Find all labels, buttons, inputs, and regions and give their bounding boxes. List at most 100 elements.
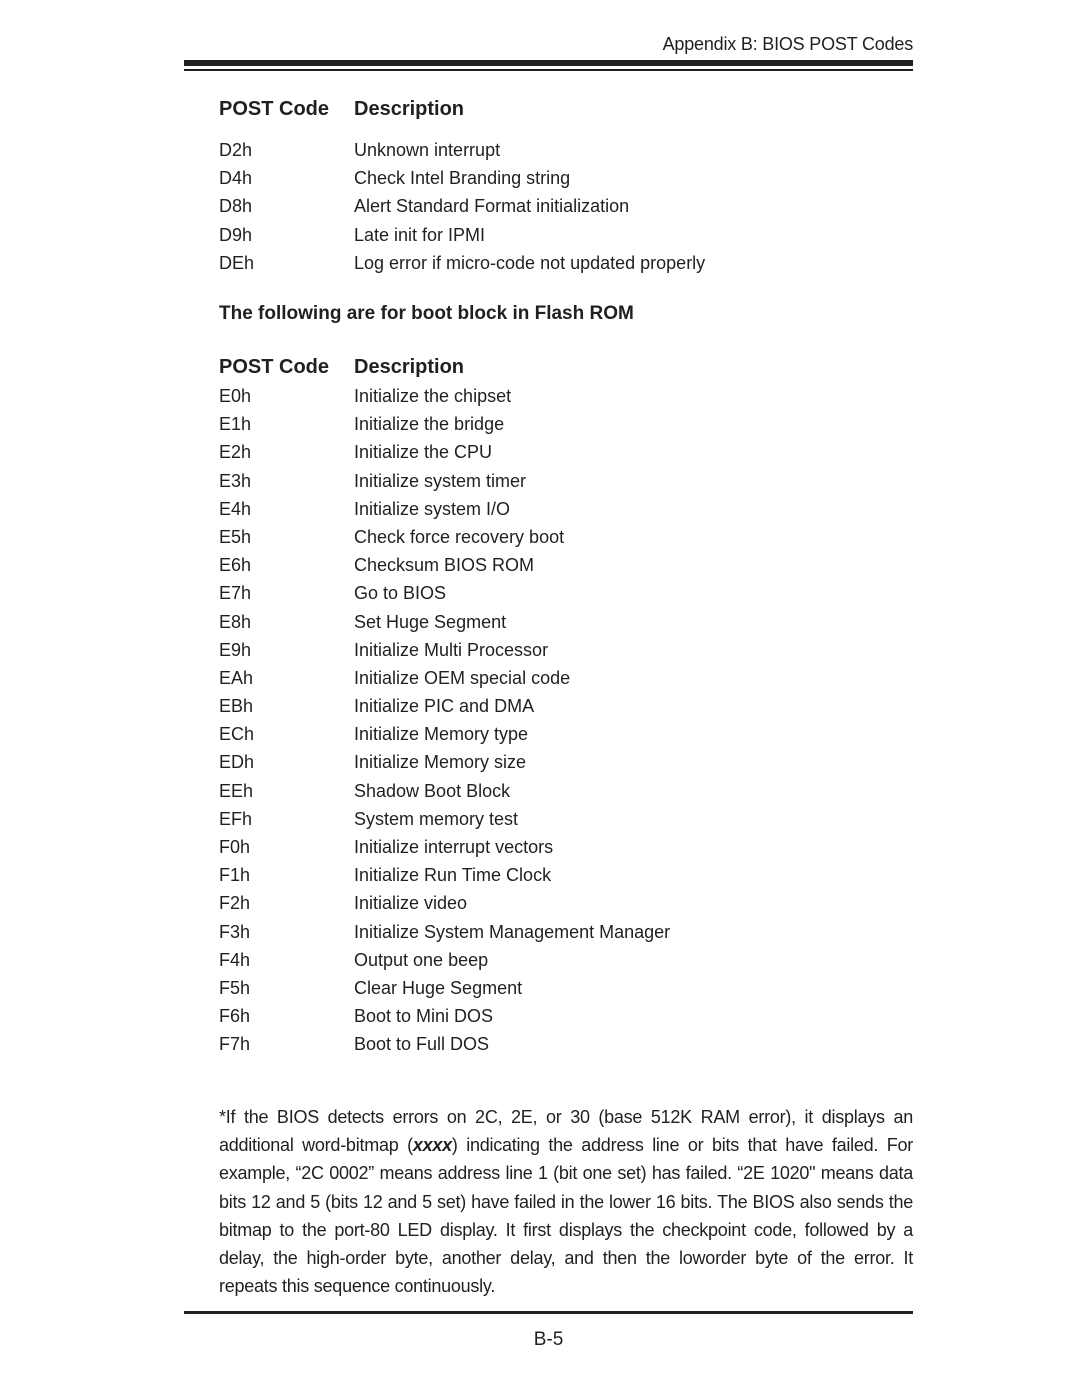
table-row: F0h Initialize interrupt vectors: [219, 833, 919, 861]
post-code: E2h: [219, 442, 252, 463]
post-code-description: Initialize OEM special code: [354, 667, 571, 688]
footer-rule: [184, 1311, 913, 1314]
post-code: EBh: [219, 696, 254, 717]
table-row: EFh System memory test: [219, 805, 919, 833]
post-code: E1h: [219, 414, 252, 435]
table-row: F7h Boot to Full DOS: [219, 1030, 919, 1058]
table-row: E5h Check force recovery boot: [219, 523, 919, 551]
table-row: E1h Initialize the bridge: [219, 410, 919, 438]
table-row: EBh Initialize PIC and DMA: [219, 692, 919, 720]
footnote-after: ) indicating the address line or bits th…: [219, 1135, 913, 1297]
post-code: D9h: [219, 224, 253, 245]
table-row: ECh Initialize Memory type: [219, 720, 919, 748]
post-code: EEh: [219, 780, 254, 801]
post-code-description: Initialize Memory type: [354, 724, 529, 745]
table1-header-description: Description: [354, 98, 465, 120]
post-code: F5h: [219, 977, 251, 998]
post-code-description: Initialize the chipset: [354, 386, 512, 406]
table-row: F4h Output one beep: [219, 946, 919, 974]
table-row: D2h Unknown interrupt: [219, 136, 919, 164]
table-row: D4h Check Intel Branding string: [219, 164, 919, 192]
table2-header-description: Description: [354, 356, 465, 378]
post-code: F6h: [219, 1006, 251, 1027]
table-row: E6h Checksum BIOS ROM: [219, 551, 919, 579]
post-code-description: Clear Huge Segment: [354, 977, 523, 998]
post-code-description: Initialize video: [354, 893, 468, 914]
post-code-description: Initialize the CPU: [354, 442, 493, 463]
table2-header-code: POST Code: [219, 356, 330, 378]
post-code: E8h: [219, 611, 252, 632]
post-code-description: Boot to Mini DOS: [354, 1006, 494, 1027]
running-head: Appendix B: BIOS POST Codes: [662, 34, 914, 54]
post-code: ECh: [219, 724, 255, 745]
table-row: D9h Late init for IPMI: [219, 221, 919, 249]
post-code: E9h: [219, 639, 252, 660]
post-code-description: Initialize Memory size: [354, 752, 527, 773]
post-code-description: Initialize Multi Processor: [354, 639, 549, 660]
post-code-description: System memory test: [354, 808, 519, 829]
post-code-description: Initialize PIC and DMA: [354, 696, 535, 717]
post-code-description: Check Intel Branding string: [354, 168, 571, 189]
post-code: EAh: [219, 667, 254, 688]
table-row: F5h Clear Huge Segment: [219, 974, 919, 1002]
post-code-description: Output one beep: [354, 949, 489, 970]
post-code: D8h: [219, 196, 253, 217]
post-code-description: Unknown interrupt: [354, 140, 501, 160]
table-row: E2h Initialize the CPU: [219, 438, 919, 466]
table-row: E4h Initialize system I/O: [219, 495, 919, 523]
table-row: E8h Set Huge Segment: [219, 608, 919, 636]
table1-header-code: POST Code: [219, 98, 330, 120]
table-row: F2h Initialize video: [219, 889, 919, 917]
post-code: D4h: [219, 168, 253, 189]
table-row: E0h Initialize the chipset: [219, 382, 919, 410]
post-code-description: Alert Standard Format initialization: [354, 196, 630, 217]
post-code-description: Log error if micro-code not updated prop…: [354, 252, 706, 273]
header-rule-thick: [184, 60, 913, 66]
post-code: E7h: [219, 583, 252, 604]
header-rule-thin: [184, 69, 913, 71]
table-row: D8h Alert Standard Format initialization: [219, 192, 919, 220]
post-code: F7h: [219, 1034, 251, 1055]
post-code-description: Boot to Full DOS: [354, 1034, 490, 1055]
post-code: DEh: [219, 252, 255, 273]
post-code-description: Initialize system timer: [354, 470, 527, 491]
post-code-description: Initialize interrupt vectors: [354, 837, 554, 857]
table2-body: E0h Initialize the chipset E1h Initialize t…: [219, 382, 919, 1059]
post-code: E3h: [219, 470, 252, 491]
post-code: EFh: [219, 808, 253, 829]
table-row: EEh Shadow Boot Block: [219, 777, 919, 805]
post-code: E0h: [219, 386, 252, 406]
post-code: D2h: [219, 140, 253, 160]
post-code: F3h: [219, 921, 251, 942]
footnote-emphasis: xxxx: [412, 1135, 452, 1156]
post-code: E4h: [219, 498, 252, 519]
post-code: F1h: [219, 865, 251, 886]
table-row: DEh Log error if micro-code not updated p…: [219, 249, 919, 277]
post-code-description: Checksum BIOS ROM: [354, 555, 535, 576]
post-code-description: Go to BIOS: [354, 583, 447, 604]
table-row: F6h Boot to Mini DOS: [219, 1002, 919, 1030]
section-title: The following are for boot block in Flas…: [219, 303, 634, 324]
post-code: F0h: [219, 837, 251, 857]
post-code: F4h: [219, 949, 251, 970]
table-row: E9h Initialize Multi Processor: [219, 636, 919, 664]
post-code-description: Initialize System Management Manager: [354, 921, 671, 942]
table-row: E3h Initialize system timer: [219, 467, 919, 495]
post-code-description: Check force recovery boot: [354, 526, 565, 547]
post-code: EDh: [219, 752, 255, 773]
footnote: *If the BIOS detects errors on 2C, 2E, o…: [219, 1103, 913, 1300]
table-row: E7h Go to BIOS: [219, 579, 919, 607]
post-code: F2h: [219, 893, 251, 914]
post-code-description: Initialize system I/O: [354, 498, 511, 519]
table1-body: D2h Unknown interrupt D4h Check Intel Brand…: [219, 136, 919, 277]
table-row: EAh Initialize OEM special code: [219, 664, 919, 692]
post-code-description: Late init for IPMI: [354, 224, 486, 245]
table-row: F3h Initialize System Management Manager: [219, 918, 919, 946]
table-row: EDh Initialize Memory size: [219, 748, 919, 776]
post-code: E6h: [219, 555, 252, 576]
post-code-description: Initialize Run Time Clock: [354, 865, 552, 886]
post-code-description: Shadow Boot Block: [354, 780, 511, 801]
table-row: F1h Initialize Run Time Clock: [219, 861, 919, 889]
post-code-description: Set Huge Segment: [354, 611, 507, 632]
post-code-description: Initialize the bridge: [354, 414, 505, 435]
